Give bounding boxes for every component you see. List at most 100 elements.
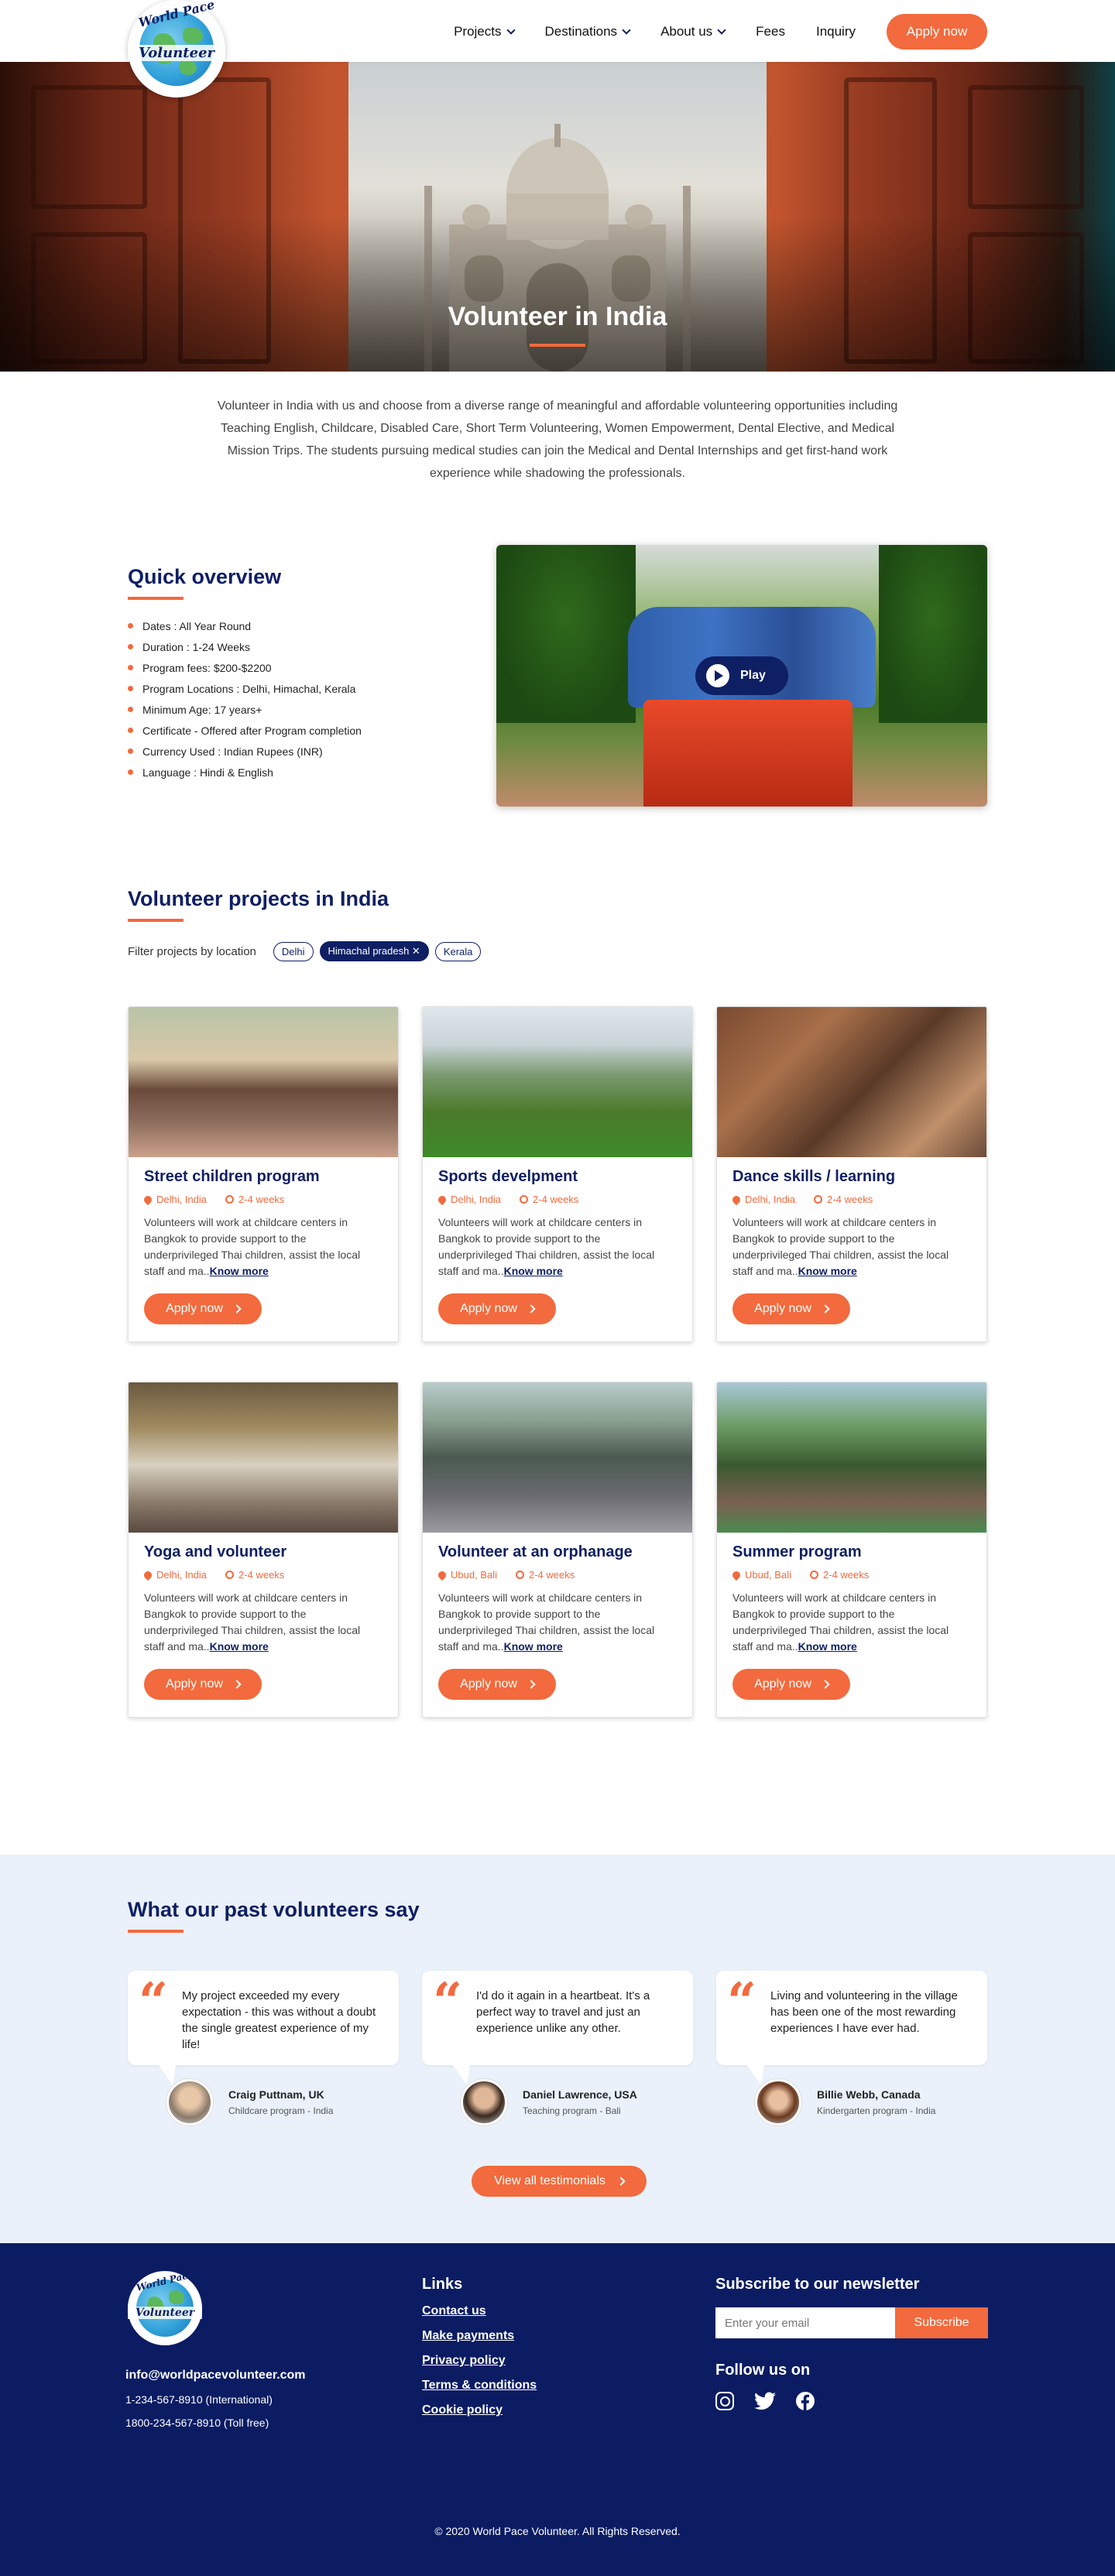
hero-banner: Volunteer in India xyxy=(0,62,1115,372)
project-apply-button[interactable]: Apply now xyxy=(732,1293,850,1324)
copyright: © 2020 World Pace Volunteer. All Rights … xyxy=(434,2525,681,2537)
project-apply-button[interactable]: Apply now xyxy=(144,1293,262,1324)
project-image[interactable] xyxy=(717,1382,986,1533)
button-label: Apply now xyxy=(166,1677,223,1690)
project-apply-button[interactable]: Apply now xyxy=(438,1669,556,1700)
project-image[interactable] xyxy=(129,1382,398,1533)
facebook-icon[interactable] xyxy=(796,2392,815,2410)
testimonials-header: What our past volunteers say xyxy=(128,1898,420,1933)
know-more-link[interactable]: Know more xyxy=(798,1640,857,1653)
know-more-link[interactable]: Know more xyxy=(504,1265,563,1277)
overview-item: Minimum Age: 17 years+ xyxy=(128,699,484,720)
project-apply-button[interactable]: Apply now xyxy=(732,1669,850,1700)
project-title[interactable]: Volunteer at an orphanage xyxy=(438,1543,677,1561)
quote-icon: “ xyxy=(727,1971,756,2032)
button-label: Apply now xyxy=(460,1302,517,1315)
project-title[interactable]: Sports develpment xyxy=(438,1168,677,1186)
author-program: Childcare program - India xyxy=(228,2105,334,2116)
know-more-link[interactable]: Know more xyxy=(504,1640,563,1653)
nav-destinations[interactable]: Destinations xyxy=(544,24,631,39)
testimonial-quote: I'd do it again in a heartbeat. It's a p… xyxy=(476,1989,650,2035)
hero-overlay xyxy=(0,217,1115,372)
project-title[interactable]: Street children program xyxy=(144,1168,383,1186)
project-meta: Delhi, India 2-4 weeks xyxy=(142,1569,383,1581)
know-more-link[interactable]: Know more xyxy=(798,1265,857,1277)
overview-video[interactable]: Play xyxy=(496,545,987,807)
nav-about-us[interactable]: About us xyxy=(660,24,726,39)
project-image[interactable] xyxy=(423,1007,692,1157)
quote-icon: “ xyxy=(433,1971,462,2032)
project-meta: Delhi, India 2-4 weeks xyxy=(436,1194,677,1205)
location-filter: Filter projects by location Delhi Himach… xyxy=(128,941,482,961)
nav-label: Destinations xyxy=(544,24,618,39)
project-location: Delhi, India xyxy=(730,1194,795,1205)
logo-text-bottom: Volunteer xyxy=(128,2307,202,2319)
newsletter-email-input[interactable] xyxy=(715,2307,895,2338)
footer-link-privacy[interactable]: Privacy policy xyxy=(422,2354,537,2368)
project-card: Yoga and volunteer Delhi, India 2-4 week… xyxy=(128,1382,399,1718)
filter-chip-kerala[interactable]: Kerala xyxy=(434,941,482,961)
social-links xyxy=(715,2392,988,2410)
button-label: View all testimonials xyxy=(494,2174,606,2187)
chevron-down-icon xyxy=(717,26,726,35)
know-more-link[interactable]: Know more xyxy=(210,1265,269,1277)
twitter-icon[interactable] xyxy=(754,2392,776,2410)
filter-chip-himachal[interactable]: Himachal pradesh ✕ xyxy=(319,941,429,961)
footer-link-cookie[interactable]: Cookie policy xyxy=(422,2403,537,2417)
avatar xyxy=(755,2079,801,2126)
instagram-icon[interactable] xyxy=(715,2392,734,2410)
play-label: Play xyxy=(740,669,766,682)
chevron-right-icon xyxy=(527,1680,536,1689)
project-title[interactable]: Dance skills / learning xyxy=(732,1168,971,1186)
project-image[interactable] xyxy=(717,1007,986,1157)
footer-logo[interactable]: World Pace Volunteer xyxy=(128,2269,202,2345)
chevron-down-icon xyxy=(622,26,631,35)
project-duration: 2-4 weeks xyxy=(225,1569,284,1581)
project-image[interactable] xyxy=(129,1007,398,1157)
filter-chip-delhi[interactable]: Delhi xyxy=(273,941,314,961)
author-program: Kindergarten program - India xyxy=(817,2105,936,2116)
links-title: Links xyxy=(422,2276,463,2293)
newsletter: Subscribe to our newsletter Subscribe Fo… xyxy=(715,2276,988,2410)
quick-overview: Quick overview Dates : All Year Round Du… xyxy=(128,565,484,783)
footer-link-terms[interactable]: Terms & conditions xyxy=(422,2379,537,2393)
footer-link-contact[interactable]: Contact us xyxy=(422,2304,537,2318)
project-title[interactable]: Summer program xyxy=(732,1543,971,1561)
footer-phone-tollfree: 1800-234-567-8910 (Toll free) xyxy=(125,2417,269,2429)
title-underline xyxy=(530,344,585,347)
overview-item: Currency Used : Indian Rupees (INR) xyxy=(128,741,484,762)
nav-inquiry[interactable]: Inquiry xyxy=(816,24,856,39)
project-image[interactable] xyxy=(423,1382,692,1533)
testimonial-author: Billie Webb, Canada Kindergarten program… xyxy=(755,2079,935,2126)
footer-phone-international: 1-234-567-8910 (International) xyxy=(125,2393,273,2406)
location-pin-icon xyxy=(436,1569,448,1581)
footer-email[interactable]: info@worldpacevolunteer.com xyxy=(125,2369,306,2382)
logo-text-bottom: Volunteer xyxy=(128,45,225,61)
location-text: Delhi, India xyxy=(451,1194,502,1205)
nav-label: Inquiry xyxy=(815,24,856,39)
project-apply-button[interactable]: Apply now xyxy=(438,1293,556,1324)
testimonial-author: Craig Puttnam, UK Childcare program - In… xyxy=(166,2079,333,2126)
button-label: Apply now xyxy=(166,1302,223,1315)
play-button[interactable]: Play xyxy=(695,656,788,695)
location-pin-icon xyxy=(730,1194,743,1205)
duration-text: 2-4 weeks xyxy=(528,1569,575,1581)
know-more-link[interactable]: Know more xyxy=(210,1640,269,1653)
site-logo[interactable]: World Pace Volunteer xyxy=(128,0,225,98)
nav-projects[interactable]: Projects xyxy=(454,24,516,39)
footer-link-payments[interactable]: Make payments xyxy=(422,2329,537,2343)
view-all-testimonials-button[interactable]: View all testimonials xyxy=(472,2166,647,2197)
location-text: Ubud, Bali xyxy=(745,1569,791,1581)
subscribe-button[interactable]: Subscribe xyxy=(895,2307,988,2338)
button-label: Apply now xyxy=(754,1302,811,1315)
project-apply-button[interactable]: Apply now xyxy=(144,1669,262,1700)
project-title[interactable]: Yoga and volunteer xyxy=(144,1543,383,1561)
project-card: Dance skills / learning Delhi, India 2-4… xyxy=(716,1006,987,1342)
nav-label: Fees xyxy=(756,24,785,39)
chevron-right-icon xyxy=(232,1304,242,1314)
nav-fees[interactable]: Fees xyxy=(756,24,785,39)
newsletter-title: Subscribe to our newsletter xyxy=(715,2276,920,2293)
nav-apply-button[interactable]: Apply now xyxy=(887,14,987,50)
project-description: Volunteers will work at childcare center… xyxy=(438,1590,677,1655)
testimonial-card: “ Living and volunteering in the village… xyxy=(716,1971,987,2085)
